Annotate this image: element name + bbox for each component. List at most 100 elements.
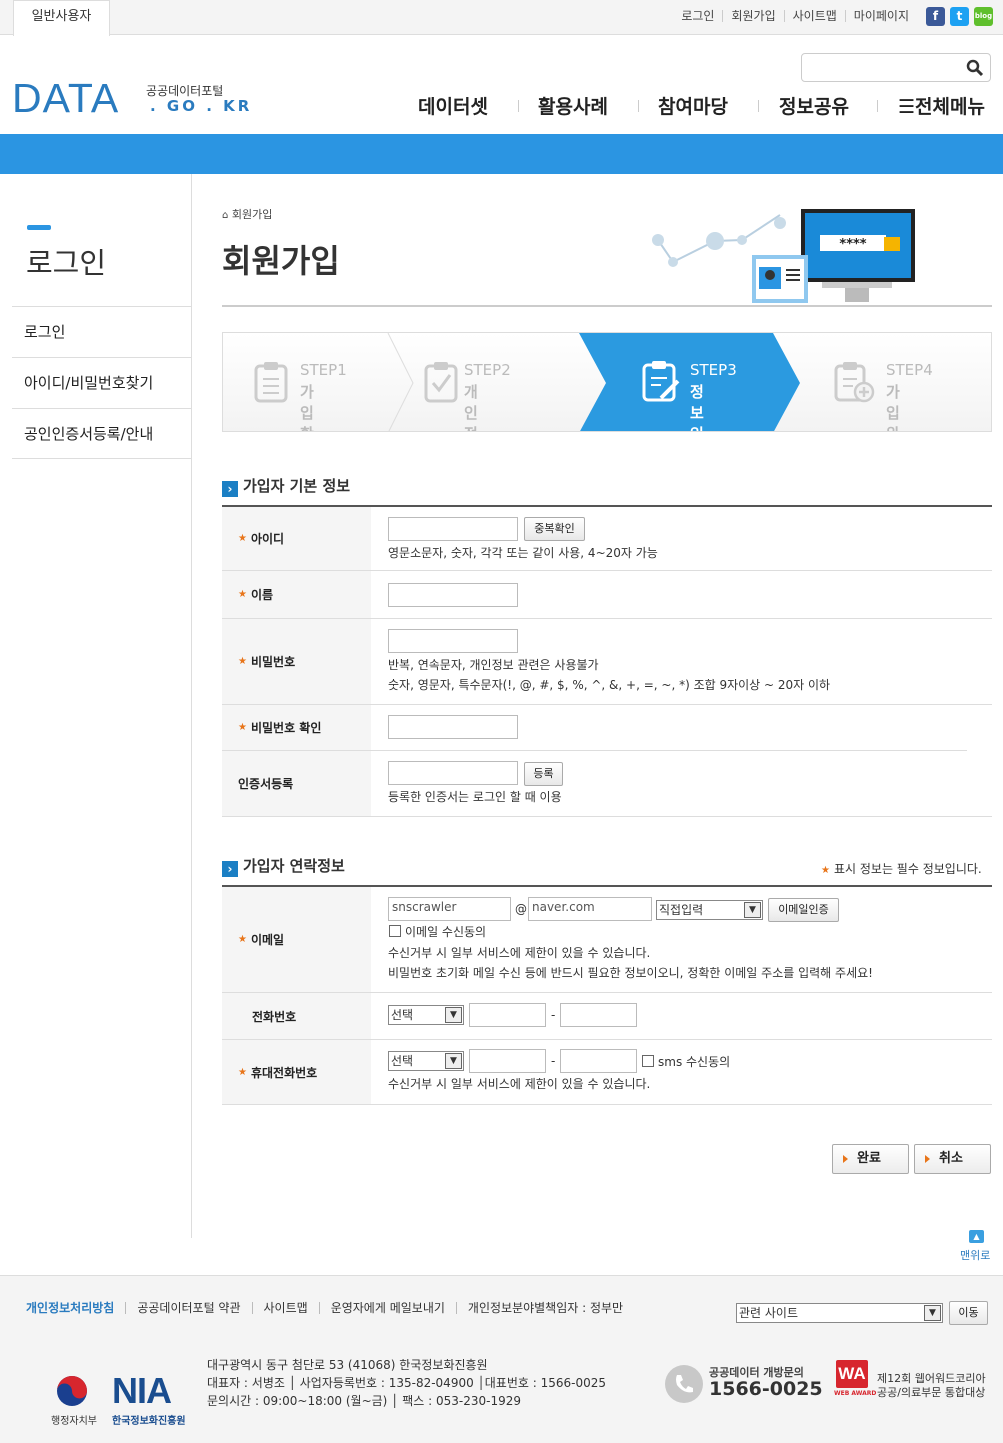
nav-participation[interactable]: 참여마당: [658, 92, 728, 119]
step-4-number: STEP4: [886, 361, 933, 379]
password-label: ★ 비밀번호: [222, 619, 371, 704]
email-consent-checkbox[interactable]: [389, 925, 401, 937]
step-1-label: 가입확인: [300, 383, 314, 431]
lnb-item-login[interactable]: 로그인: [12, 306, 191, 357]
email-verify-button[interactable]: 이메일인증: [768, 898, 839, 922]
footer-hours: 문의시간 : 09:00~18:00 (월~금) │ 팩스 : 053-230-…: [207, 1394, 521, 1408]
required-star-icon: ★: [238, 1066, 247, 1078]
login-link[interactable]: 로그인: [673, 10, 722, 22]
duplicate-check-button[interactable]: 중복확인: [524, 517, 585, 541]
twitter-icon[interactable]: t: [950, 7, 969, 26]
sms-consent-checkbox[interactable]: [642, 1055, 654, 1067]
government-label: 행정자치부: [51, 1416, 97, 1427]
government-emblem-icon: [57, 1376, 87, 1406]
required-star-icon: ★: [238, 934, 247, 945]
id-label: ★ 아이디: [222, 507, 371, 570]
certificate-input[interactable]: [388, 761, 518, 785]
contact-info-heading: › 가입자 연락정보: [222, 855, 345, 877]
sms-consent-label: sms 수신동의: [658, 1055, 731, 1069]
phone-middle-input[interactable]: [469, 1003, 546, 1027]
required-star-icon: ★: [238, 722, 247, 733]
web-award-logo: WA: [836, 1360, 868, 1388]
nav-divider: [518, 100, 519, 112]
mobile-last-input[interactable]: [560, 1049, 637, 1073]
signup-steps: STEP1 가입확인 STEP2 개인정보 수집 동의 STEP3 정보입력 S…: [222, 332, 992, 432]
footer-link-terms[interactable]: 공공데이터포털 약관: [125, 1302, 251, 1314]
nav-dataset[interactable]: 데이터셋: [418, 92, 488, 119]
phone-dash: -: [551, 1008, 556, 1022]
contact-info-heading-text: 가입자 연락정보: [243, 857, 345, 875]
sitemap-link[interactable]: 사이트맵: [783, 10, 845, 22]
section-arrow-icon: ›: [222, 861, 238, 877]
row-certificate: 인증서등록: [222, 751, 992, 817]
scroll-top-icon[interactable]: ▲: [969, 1230, 984, 1243]
name-input[interactable]: [388, 583, 518, 607]
required-star-icon: ★: [238, 656, 247, 667]
scroll-top-link[interactable]: 맨위로: [960, 1247, 990, 1263]
title-divider: [222, 305, 992, 307]
cancel-button[interactable]: 취소: [914, 1144, 991, 1174]
site-logo[interactable]: DATA: [12, 74, 119, 122]
email-at-sign: @: [515, 902, 527, 916]
password-mask-text: ****: [839, 237, 866, 252]
blog-icon[interactable]: blog: [974, 7, 993, 26]
certificate-help-text: 등록한 인증서는 로그인 할 때 이용: [388, 790, 562, 804]
footer-company-info: 대표자 : 서병조 │ 사업자등록번호 : 135-82-04900 │대표번호…: [207, 1376, 607, 1390]
nav-all-menu[interactable]: ☰전체메뉴: [898, 92, 985, 119]
nav-divider: [877, 100, 878, 112]
lnb-item-certificate[interactable]: 공인인증서등록/안내: [12, 408, 191, 459]
nia-logo: NIA: [112, 1370, 172, 1411]
lnb-divider: [191, 174, 192, 1238]
nia-label: 한국정보화진흥원: [112, 1416, 186, 1427]
step-1-number: STEP1: [300, 361, 347, 379]
breadcrumb: ⌂ 회원가입: [222, 206, 272, 222]
phone-area-select[interactable]: 선택 ▼: [388, 1005, 464, 1025]
footer-links: 개인정보처리방침 공공데이터포털 약관 사이트맵 운영자에게 메일보내기 개인정…: [26, 1302, 634, 1314]
email-id-input[interactable]: snscrawler: [388, 897, 511, 921]
phone-last-input[interactable]: [560, 1003, 637, 1027]
chevron-down-icon: ▼: [445, 1053, 462, 1069]
mobile-help-text: 수신거부 시 일부 서비스에 제한이 있을 수 있습니다.: [388, 1077, 651, 1091]
email-domain-input[interactable]: naver.com: [528, 897, 652, 921]
row-password-confirm: ★ 비밀번호 확인: [222, 705, 992, 751]
footer-link-privacy[interactable]: 개인정보처리방침: [26, 1302, 125, 1314]
search-icon[interactable]: [966, 59, 984, 77]
arrow-right-icon: [843, 1155, 848, 1163]
lnb-item-find-account[interactable]: 아이디/비밀번호찾기: [12, 357, 191, 408]
search-input[interactable]: [806, 55, 956, 80]
facebook-icon[interactable]: f: [926, 7, 945, 26]
nav-info-share[interactable]: 정보공유: [779, 92, 849, 119]
certificate-register-button[interactable]: 등록: [524, 762, 563, 786]
mypage-link[interactable]: 마이페이지: [844, 10, 917, 22]
footer-link-officer[interactable]: 개인정보분야별책임자 : 정부만: [455, 1302, 634, 1314]
row-id: ★ 아이디: [222, 507, 992, 571]
lnb-title: 로그인: [26, 246, 107, 280]
complete-button[interactable]: 완료: [832, 1144, 909, 1174]
id-input[interactable]: [388, 517, 518, 541]
mobile-prefix-select[interactable]: 선택 ▼: [388, 1051, 464, 1071]
step-3-label: 정보입력: [690, 383, 704, 431]
nav-use-cases[interactable]: 활용사례: [538, 92, 608, 119]
password-confirm-input[interactable]: [388, 715, 518, 739]
chevron-down-icon: ▼: [924, 1305, 941, 1321]
home-icon[interactable]: ⌂: [222, 210, 228, 221]
main-navigation: 데이터셋 활용사례 참여마당 정보공유 ☰전체메뉴: [400, 92, 1000, 122]
basic-info-heading-text: 가입자 기본 정보: [243, 477, 351, 495]
search-box[interactable]: [801, 53, 991, 82]
phone-icon: [665, 1365, 703, 1403]
join-link[interactable]: 회원가입: [722, 10, 783, 22]
password-input[interactable]: [388, 629, 518, 653]
required-note: ★ 표시 정보는 필수 정보입니다.: [821, 862, 982, 876]
email-consent-label: 이메일 수신동의: [405, 925, 487, 939]
related-site-select[interactable]: 관련 사이트 ▼: [736, 1303, 943, 1323]
user-type-tab[interactable]: 일반사용자: [13, 0, 110, 36]
related-site-go-button[interactable]: 이동: [949, 1301, 988, 1325]
step-2-number: STEP2: [464, 361, 511, 379]
footer-link-sitemap[interactable]: 사이트맵: [251, 1302, 319, 1314]
nav-divider: [758, 100, 759, 112]
footer-address: 대구광역시 동구 첨단로 53 (41068) 한국정보화진흥원: [207, 1358, 488, 1372]
contact-number: 1566-0025: [709, 1378, 823, 1400]
footer-link-mail[interactable]: 운영자에게 메일보내기: [318, 1302, 456, 1314]
mobile-middle-input[interactable]: [469, 1049, 546, 1073]
email-domain-select[interactable]: 직접입력 ▼: [656, 900, 763, 920]
